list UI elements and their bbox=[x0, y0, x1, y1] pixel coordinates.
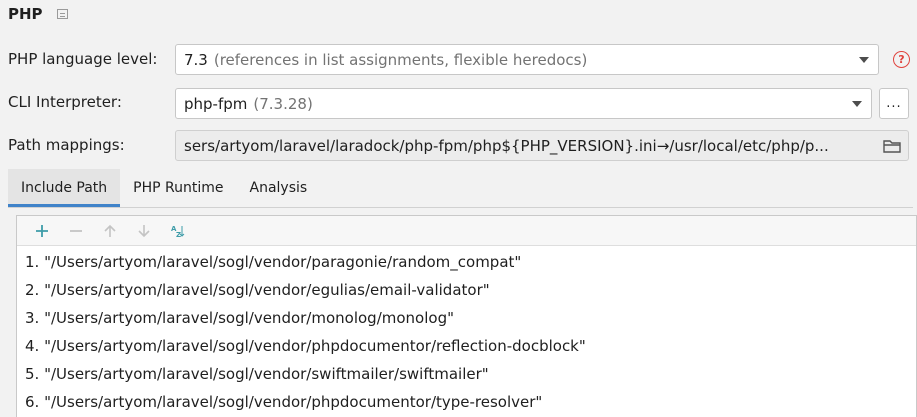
add-path-button[interactable] bbox=[25, 219, 59, 243]
language-level-value: 7.3 bbox=[184, 50, 208, 69]
list-item[interactable]: 3. "/Users/artyom/laravel/sogl/vendor/mo… bbox=[17, 304, 916, 332]
include-path-panel: A Z 1. "/Users/artyom/laravel/sogl/vendo… bbox=[16, 215, 917, 417]
browse-interpreters-button[interactable]: ... bbox=[879, 88, 909, 119]
language-level-hint: (references in list assignments, flexibl… bbox=[213, 50, 588, 69]
move-down-icon bbox=[138, 224, 150, 237]
tab-include-path[interactable]: Include Path bbox=[8, 169, 121, 207]
list-item[interactable]: 1. "/Users/artyom/laravel/sogl/vendor/pa… bbox=[17, 248, 916, 276]
cli-interpreter-version: (7.3.28) bbox=[253, 94, 313, 113]
tab-bar: Include Path PHP Runtime Analysis bbox=[8, 169, 320, 207]
help-icon[interactable]: ? bbox=[893, 51, 910, 68]
chevron-down-icon[interactable] bbox=[859, 57, 869, 63]
move-up-button[interactable] bbox=[93, 219, 127, 243]
path-mappings-field[interactable]: sers/artyom/laravel/laradock/php-fpm/php… bbox=[175, 130, 909, 161]
section-header: PHP bbox=[8, 3, 68, 25]
path-mappings-value: sers/artyom/laravel/laradock/php-fpm/php… bbox=[184, 136, 829, 155]
list-item[interactable]: 2. "/Users/artyom/laravel/sogl/vendor/eg… bbox=[17, 276, 916, 304]
tab-analysis[interactable]: Analysis bbox=[237, 169, 321, 207]
list-item[interactable]: 4. "/Users/artyom/laravel/sogl/vendor/ph… bbox=[17, 332, 916, 360]
tab-divider bbox=[8, 207, 913, 208]
sort-az-icon: A Z bbox=[171, 225, 185, 238]
path-mappings-label: Path mappings: bbox=[8, 136, 125, 154]
language-level-label: PHP language level: bbox=[8, 50, 158, 68]
folder-icon[interactable] bbox=[883, 139, 901, 153]
section-title: PHP bbox=[8, 5, 43, 23]
remove-icon bbox=[70, 229, 82, 232]
add-icon bbox=[36, 224, 48, 237]
include-path-toolbar: A Z bbox=[17, 216, 916, 246]
sort-button[interactable]: A Z bbox=[161, 219, 195, 243]
cli-interpreter-label: CLI Interpreter: bbox=[8, 93, 122, 111]
chevron-down-icon[interactable] bbox=[852, 101, 862, 107]
list-item[interactable]: 5. "/Users/artyom/laravel/sogl/vendor/sw… bbox=[17, 360, 916, 388]
cli-interpreter-value: php-fpm bbox=[184, 94, 248, 113]
language-level-select[interactable]: 7.3 (references in list assignments, fle… bbox=[175, 44, 879, 75]
collapse-section-icon[interactable] bbox=[56, 9, 68, 19]
include-path-list: 1. "/Users/artyom/laravel/sogl/vendor/pa… bbox=[17, 246, 916, 416]
cli-interpreter-select[interactable]: php-fpm (7.3.28) bbox=[175, 88, 872, 119]
move-down-button[interactable] bbox=[127, 219, 161, 243]
list-item[interactable]: 6. "/Users/artyom/laravel/sogl/vendor/ph… bbox=[17, 388, 916, 416]
remove-path-button[interactable] bbox=[59, 219, 93, 243]
move-up-icon bbox=[104, 224, 116, 237]
tab-php-runtime[interactable]: PHP Runtime bbox=[120, 169, 236, 207]
